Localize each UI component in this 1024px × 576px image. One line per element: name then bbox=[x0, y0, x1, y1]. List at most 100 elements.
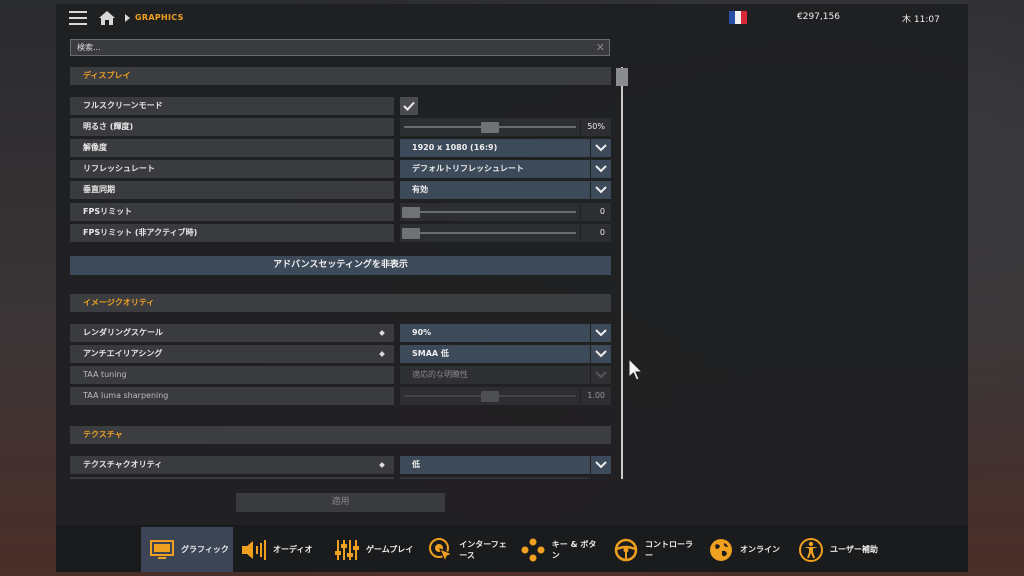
setting-label: FPSリミット bbox=[70, 203, 394, 221]
info-diamond-icon bbox=[379, 351, 385, 357]
tab-label: オンライン bbox=[740, 545, 780, 554]
dropdown-button[interactable] bbox=[591, 324, 611, 342]
fps-limit-inactive-slider[interactable] bbox=[400, 224, 580, 242]
apply-button[interactable]: 適用 bbox=[236, 493, 445, 512]
search-input[interactable] bbox=[71, 40, 609, 55]
home-icon[interactable] bbox=[99, 11, 115, 25]
taa-tuning-dropdown: 適応的な明瞭性 bbox=[400, 366, 590, 384]
tab-gameplay[interactable]: ゲームプレイ bbox=[326, 527, 416, 572]
chevron-down-icon bbox=[595, 186, 607, 194]
tab-accessibility[interactable]: ユーザー補助 bbox=[790, 527, 888, 572]
setting-resolution: 解像度 1920 x 1080 (16:9) bbox=[70, 139, 611, 157]
tab-interface[interactable]: インターフェース bbox=[420, 527, 510, 572]
slider-handle[interactable] bbox=[402, 207, 420, 218]
scrollbar-thumb[interactable] bbox=[616, 68, 628, 86]
slider-handle[interactable] bbox=[402, 228, 420, 239]
setting-label: 垂直同期 bbox=[70, 181, 394, 199]
setting-texture-quality: テクスチャクオリティ 低 bbox=[70, 456, 611, 474]
resolution-dropdown[interactable]: 1920 x 1080 (16:9) bbox=[400, 139, 590, 157]
slider-value: 1.00 bbox=[581, 387, 611, 405]
chevron-down-icon bbox=[595, 350, 607, 358]
taa-sharpening-slider bbox=[400, 387, 580, 405]
tab-audio[interactable]: オーディオ bbox=[233, 527, 319, 572]
setting-fps-limit: FPSリミット 0 bbox=[70, 203, 611, 221]
partial-dropdown bbox=[400, 477, 590, 479]
setting-label: アンチエイリアシング bbox=[70, 345, 394, 363]
tab-keys-buttons[interactable]: キー & ボタン bbox=[512, 527, 604, 572]
dropdown-button[interactable] bbox=[591, 181, 611, 199]
tab-graphics[interactable]: グラフィック bbox=[141, 527, 233, 572]
tab-label: グラフィック bbox=[181, 545, 229, 554]
info-diamond-icon bbox=[379, 462, 385, 468]
slider-handle[interactable] bbox=[481, 122, 499, 133]
section-header-image-quality: イメージクオリティ bbox=[70, 294, 611, 312]
setting-vsync: 垂直同期 有効 bbox=[70, 181, 611, 199]
accessibility-icon bbox=[796, 535, 826, 565]
globe-icon bbox=[706, 535, 736, 565]
setting-label: フルスクリーンモード bbox=[70, 97, 394, 115]
setting-fullscreen: フルスクリーンモード bbox=[70, 97, 611, 115]
setting-taa-tuning: TAA tuning 適応的な明瞭性 bbox=[70, 366, 611, 384]
tab-online[interactable]: オンライン bbox=[700, 527, 784, 572]
antialiasing-dropdown[interactable]: SMAA 低 bbox=[400, 345, 590, 363]
tab-label: キー & ボタン bbox=[551, 539, 597, 560]
setting-label bbox=[70, 477, 394, 479]
dropdown-button[interactable] bbox=[591, 345, 611, 363]
checkmark-icon bbox=[403, 101, 415, 111]
slider-value: 0 bbox=[581, 203, 611, 221]
setting-label: テクスチャクオリティ bbox=[70, 456, 394, 474]
tab-label: オーディオ bbox=[273, 545, 313, 554]
dropdown-button[interactable] bbox=[591, 160, 611, 178]
section-header-display: ディスプレイ bbox=[70, 67, 611, 85]
tab-label: コントローラー bbox=[645, 539, 693, 560]
game-time: 木 11:07 bbox=[902, 15, 940, 25]
monitor-icon bbox=[147, 535, 177, 565]
speaker-icon bbox=[239, 535, 269, 565]
tab-label: インターフェース bbox=[459, 539, 507, 560]
money-display: €297,156 bbox=[797, 12, 840, 22]
gamepad-buttons-icon bbox=[518, 535, 548, 565]
texture-quality-dropdown[interactable]: 低 bbox=[400, 456, 590, 474]
setting-render-scale: レンダリングスケール 90% bbox=[70, 324, 611, 342]
tab-label: ユーザー補助 bbox=[830, 545, 878, 554]
clear-search-icon[interactable]: ✕ bbox=[596, 41, 605, 54]
france-flag-icon bbox=[729, 11, 747, 24]
slider-handle bbox=[481, 391, 499, 402]
hamburger-menu-icon[interactable] bbox=[69, 11, 87, 25]
slider-value: 0 bbox=[581, 224, 611, 242]
setting-next-partial bbox=[70, 477, 611, 479]
settings-list: ディスプレイ フルスクリーンモード 明るさ (輝度) 50% 解像度 1920 … bbox=[70, 67, 611, 479]
scrollbar-track[interactable] bbox=[621, 67, 623, 479]
sliders-icon bbox=[332, 535, 362, 565]
chevron-down-icon bbox=[595, 329, 607, 337]
render-scale-dropdown[interactable]: 90% bbox=[400, 324, 590, 342]
setting-label: リフレッシュレート bbox=[70, 160, 394, 178]
vsync-dropdown[interactable]: 有効 bbox=[400, 181, 590, 199]
setting-label-text: レンダリングスケール bbox=[83, 328, 163, 337]
dropdown-button bbox=[591, 366, 611, 384]
dropdown-button[interactable] bbox=[591, 456, 611, 474]
fullscreen-checkbox[interactable] bbox=[400, 97, 418, 115]
brightness-slider[interactable] bbox=[400, 118, 580, 136]
top-bar: GRAPHICS €297,156 木 11:07 bbox=[56, 4, 968, 32]
fps-limit-slider[interactable] bbox=[400, 203, 580, 221]
setting-label: レンダリングスケール bbox=[70, 324, 394, 342]
setting-taa-sharpening: TAA luma sharpening 1.00 bbox=[70, 387, 611, 405]
chevron-down-icon bbox=[595, 144, 607, 152]
setting-brightness: 明るさ (輝度) 50% bbox=[70, 118, 611, 136]
setting-label-text: アンチエイリアシング bbox=[83, 349, 163, 358]
info-diamond-icon bbox=[379, 330, 385, 336]
tab-controller[interactable]: コントローラー bbox=[605, 527, 697, 572]
cursor-click-icon bbox=[426, 535, 455, 565]
setting-label: 解像度 bbox=[70, 139, 394, 157]
chevron-down-icon bbox=[595, 371, 607, 379]
refresh-rate-dropdown[interactable]: デフォルトリフレッシュレート bbox=[400, 160, 590, 178]
setting-fps-limit-inactive: FPSリミット (非アクティブ時) 0 bbox=[70, 224, 611, 242]
hide-advanced-settings-button[interactable]: アドバンスセッティングを非表示 bbox=[70, 256, 611, 275]
chevron-down-icon bbox=[595, 165, 607, 173]
setting-label: FPSリミット (非アクティブ時) bbox=[70, 224, 394, 242]
setting-label: 明るさ (輝度) bbox=[70, 118, 394, 136]
breadcrumb[interactable]: GRAPHICS bbox=[135, 13, 184, 22]
setting-refresh-rate: リフレッシュレート デフォルトリフレッシュレート bbox=[70, 160, 611, 178]
dropdown-button[interactable] bbox=[591, 139, 611, 157]
